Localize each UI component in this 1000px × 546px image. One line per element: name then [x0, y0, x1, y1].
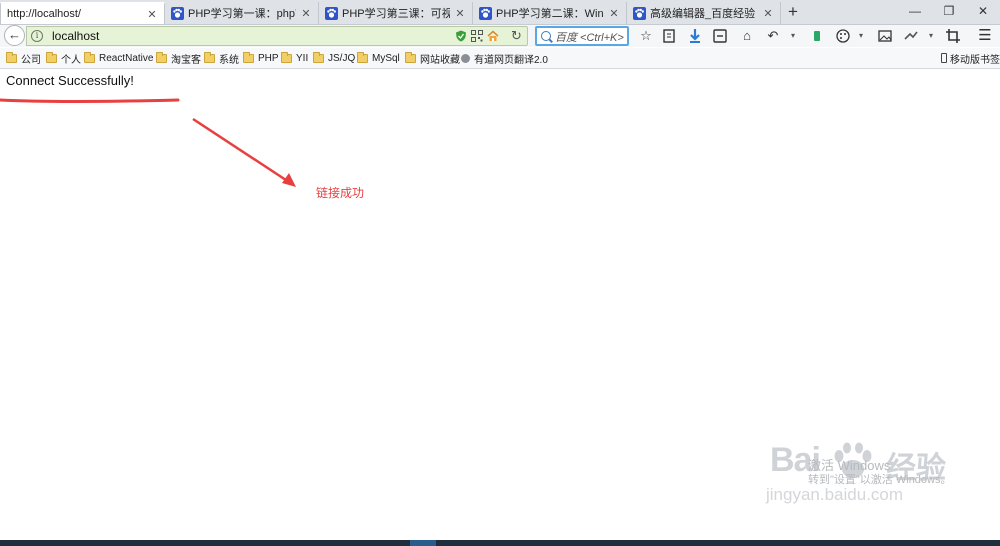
maximize-button[interactable]: ❐ — [932, 0, 966, 22]
baidu-paw-icon — [171, 6, 184, 20]
red-underline — [0, 98, 180, 103]
bookmark-star-icon[interactable]: ☆ — [637, 27, 655, 45]
bookmark-label: 网站收藏 — [420, 54, 460, 66]
baidu-paw-icon — [633, 6, 646, 20]
close-icon[interactable]: ✕ — [300, 7, 312, 20]
close-icon[interactable]: ✕ — [762, 7, 774, 20]
red-arrow-shaft — [192, 117, 293, 186]
bookmark-label: MySql — [372, 52, 400, 64]
baidu-jingyan-watermark: Bai 经验 激活 Windows 转到"设置"以激活 Windows。 jin… — [764, 441, 994, 531]
extension-green-icon[interactable] — [808, 27, 826, 45]
back-arrow-icon: ← — [8, 27, 21, 42]
tab-title: 高级编辑器_百度经验 — [650, 8, 756, 20]
bookmark-label: 系统 — [219, 54, 239, 66]
bookmark-mysql[interactable]: MySql — [357, 51, 400, 65]
bookmark-label: JS/JQ — [328, 52, 356, 64]
bookmarks-library-icon[interactable] — [660, 27, 678, 45]
site-info-icon[interactable]: i — [31, 30, 43, 42]
baidu-paw-icon — [479, 6, 492, 20]
gesture-icon[interactable] — [902, 27, 920, 45]
connection-success-annotation: 链接成功 — [316, 186, 365, 200]
tab-title: PHP学习第三课：可视化my — [342, 8, 450, 20]
bookmark-label: YII — [296, 52, 309, 64]
folder-icon — [46, 51, 57, 63]
bookmark-label: 淘宝客 — [171, 54, 201, 66]
folder-icon — [357, 51, 368, 63]
search-box[interactable]: 百度 <Ctrl+K> — [535, 26, 629, 46]
globe-icon — [461, 53, 470, 63]
tab-title: http://localhost/ — [7, 8, 81, 20]
shield-icon[interactable] — [455, 30, 467, 42]
screenshot-icon[interactable] — [876, 27, 894, 45]
new-tab-button[interactable]: + — [783, 3, 803, 23]
close-window-button[interactable]: ✕ — [966, 0, 1000, 22]
tab-php-lesson-2[interactable]: PHP学习第二课：Windows ✕ — [473, 2, 627, 24]
url-text[interactable]: localhost — [52, 29, 99, 43]
download-icon[interactable] — [686, 27, 704, 45]
bookmark-js-jq[interactable]: JS/JQ — [313, 51, 355, 65]
bookmark-label: ReactNative — [99, 52, 154, 64]
folder-icon — [281, 51, 292, 63]
folder-icon — [405, 51, 416, 63]
bookmark-php[interactable]: PHP — [243, 51, 279, 65]
bookmarks-toolbar: 公司 个人 ReactNative 淘宝客 系统 PHP YII JS/JQ M… — [0, 48, 1000, 69]
bookmark-yii[interactable]: YII — [281, 51, 308, 65]
menu-hamburger-icon[interactable]: ☰ — [976, 27, 994, 45]
tab-php-lesson-1[interactable]: PHP学习第一课：php7+ap ✕ — [165, 2, 319, 24]
baidu-paw-icon — [325, 6, 338, 20]
folder-icon — [6, 51, 17, 63]
mobile-phone-icon — [941, 53, 947, 63]
bookmark-label: 个人 — [61, 54, 81, 66]
watermark-site: jingyan.baidu.com — [766, 485, 904, 504]
bookmark-taobaoke[interactable]: 淘宝客 — [156, 51, 201, 66]
windows-taskbar — [0, 540, 1000, 546]
bookmark-label: 有道网页翻译2.0 — [474, 54, 548, 66]
tab-strip: http://localhost/ ✕ PHP学习第一课：php7+ap ✕ P… — [0, 0, 1000, 25]
page-content: Connect Successfully! 链接成功 Bai 经验 激活 Win… — [0, 69, 1000, 540]
close-icon[interactable]: ✕ — [454, 7, 466, 20]
back-button[interactable]: ← — [4, 25, 25, 46]
chevron-down-icon[interactable]: ▾ — [784, 27, 802, 45]
close-icon[interactable]: ✕ — [146, 8, 158, 21]
reload-icon[interactable]: ↻ — [511, 28, 523, 43]
bookmark-site-collection[interactable]: 网站收藏 — [405, 51, 460, 66]
bookmark-reactnative[interactable]: ReactNative — [84, 51, 153, 65]
bookmark-system[interactable]: 系统 — [204, 51, 239, 66]
tab-php-lesson-3[interactable]: PHP学习第三课：可视化my ✕ — [319, 2, 473, 24]
tab-advanced-editor[interactable]: 高级编辑器_百度经验 ✕ — [627, 2, 781, 24]
tab-title: PHP学习第二课：Windows — [496, 8, 604, 20]
folder-icon — [156, 51, 167, 63]
close-icon[interactable]: ✕ — [608, 7, 620, 20]
bookmark-personal[interactable]: 个人 — [46, 51, 81, 66]
taskbar-active-app[interactable] — [410, 540, 436, 546]
navigation-toolbar: ← i localhost ↻ 百度 <Ctrl+K> ☆ ⌂ ↶ ▾ ▾ ▾ … — [0, 25, 1000, 47]
reading-list-icon[interactable] — [711, 27, 729, 45]
undo-icon[interactable]: ↶ — [764, 27, 782, 45]
home-button-icon[interactable]: ⌂ — [738, 27, 756, 45]
crop-icon[interactable] — [944, 27, 962, 45]
bookmark-label: 公司 — [21, 54, 41, 66]
search-icon — [541, 31, 551, 41]
folder-icon — [204, 51, 215, 63]
folder-icon — [84, 51, 95, 63]
palette-icon[interactable] — [834, 27, 852, 45]
folder-icon — [243, 51, 254, 63]
minimize-button[interactable]: — — [898, 0, 932, 22]
folder-icon — [313, 51, 324, 63]
address-bar[interactable]: i localhost ↻ — [26, 26, 528, 46]
bookmark-label: PHP — [258, 52, 279, 64]
chevron-down-icon[interactable]: ▾ — [852, 27, 870, 45]
red-arrow-head — [282, 173, 296, 187]
bookmark-youdao-translate[interactable]: 有道网页翻译2.0 — [461, 51, 548, 66]
bookmark-company[interactable]: 公司 — [6, 51, 41, 66]
chevron-down-icon[interactable]: ▾ — [922, 27, 940, 45]
tab-title: PHP学习第一课：php7+ap — [188, 8, 296, 20]
qr-code-icon[interactable] — [471, 30, 483, 42]
search-placeholder[interactable]: 百度 <Ctrl+K> — [555, 29, 624, 45]
mobile-bookmarks[interactable]: 移动版书签 — [941, 51, 1000, 66]
tab-localhost[interactable]: http://localhost/ ✕ — [0, 2, 165, 24]
home-page-icon[interactable] — [487, 30, 499, 42]
mobile-bookmarks-label: 移动版书签 — [950, 54, 1000, 66]
